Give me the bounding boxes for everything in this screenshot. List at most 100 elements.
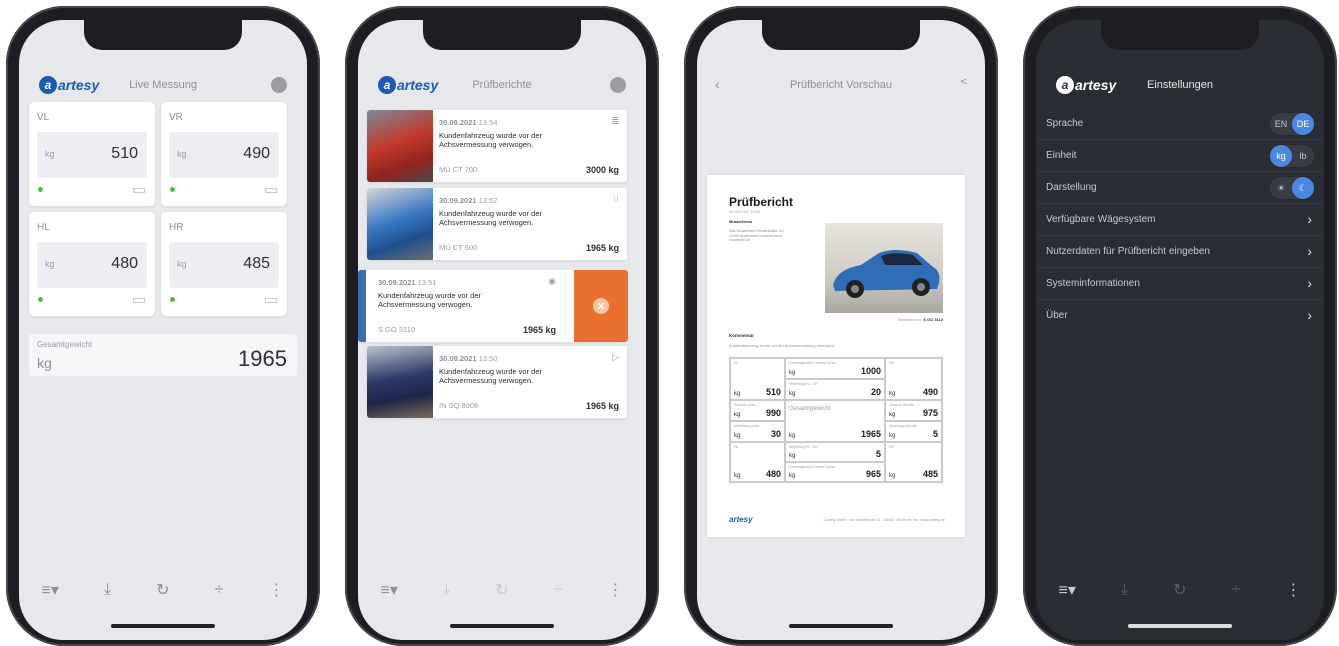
status-dot (170, 187, 175, 192)
report-item[interactable]: 30.09.2021 13:52 Kundenfahrzeug wurde vo… (367, 188, 627, 260)
cell-total-weight: Gesamtgewicht kg 1965 (785, 400, 885, 442)
phone-report-preview: ‹ Prüfbericht Vorschau < Prüfbericht 30.… (684, 6, 998, 646)
total-label: Gesamtgewicht (37, 340, 93, 349)
unit-toggle[interactable]: kg lb (1270, 145, 1314, 167)
battery-icon (133, 188, 145, 193)
report-weight: 1965 kg (585, 243, 619, 253)
report-text: Kundenfahrzeug wurde vor der Achsvermess… (439, 209, 542, 227)
bottom-toolbar: ≡▾ ⤓ ↻ ÷ ⋮ (1036, 578, 1324, 602)
cell-vr: VR kg 490 (885, 358, 942, 400)
home-indicator[interactable] (111, 624, 215, 628)
share-icon[interactable]: < (961, 76, 967, 88)
language-toggle[interactable]: EN DE (1270, 113, 1314, 135)
page-title: Live Messung (129, 79, 197, 91)
setting-language: Sprache EN DE (1036, 108, 1324, 140)
swiped-report-row[interactable]: 30.09.2021 13:51 Kundenfahrzeug wurde vo… (358, 270, 628, 342)
wheel-weight: 485 (243, 255, 270, 272)
cell-rear-axle: Gesamtgewicht hintere Achse kg 965 (785, 462, 885, 482)
divide-icon[interactable]: ÷ (1232, 581, 1241, 599)
setting-label: Systeminformationen (1046, 278, 1140, 289)
app-header: ‹ Prüfbericht Vorschau < (697, 72, 985, 102)
divide-icon[interactable]: ÷ (215, 581, 224, 599)
report-weight: 3000 kg (585, 165, 619, 175)
home-indicator[interactable] (789, 624, 893, 628)
download-icon[interactable]: ⤓ (104, 581, 111, 599)
screen-report-preview: ‹ Prüfbericht Vorschau < Prüfbericht 30.… (697, 20, 985, 640)
more-icon[interactable]: ⋮ (607, 580, 623, 600)
refresh-icon[interactable]: ↻ (495, 580, 508, 600)
vehicle-photo (367, 346, 433, 418)
cell-left-weight: Gewicht Links kg 990 (730, 400, 785, 421)
menu-icon[interactable]: ≡▾ (1059, 580, 1076, 600)
delete-button[interactable]: ✕ (574, 270, 628, 342)
gear-icon[interactable] (271, 77, 287, 93)
home-indicator[interactable] (1128, 624, 1232, 628)
status-dot (170, 297, 175, 302)
chevron-right-icon: › (1307, 275, 1312, 291)
screen-reports: a artesy Prüfberichte 30.09.2021 13:54 Ku… (358, 20, 646, 640)
setting-scale-systems[interactable]: Verfügbare Wägesystem › (1036, 204, 1324, 236)
setting-label: Sprache (1046, 118, 1084, 129)
report-text: Kundenfahrzeug wurde vor der Achsvermess… (378, 291, 481, 309)
report-weight: 1965 kg (585, 401, 619, 411)
setting-label: Verfügbare Wägesystem (1046, 214, 1156, 225)
radio-icon: ◉ (548, 276, 556, 286)
unit-label: kg (45, 149, 55, 159)
wheel-label: HL (37, 222, 50, 233)
status-dot (38, 297, 43, 302)
refresh-icon[interactable]: ↻ (156, 580, 169, 600)
option-lb[interactable]: lb (1292, 145, 1314, 167)
more-icon[interactable]: ⋮ (1285, 580, 1301, 600)
page-title: Prüfbericht Vorschau (789, 79, 893, 91)
option-kg[interactable]: kg (1270, 145, 1292, 167)
download-icon[interactable]: ⤓ (443, 581, 450, 599)
comment-text: Kundenfahrzeug wurde vor der Achsvermess… (729, 343, 836, 348)
page-title: Einstellungen (1146, 79, 1214, 91)
option-de[interactable]: DE (1292, 113, 1314, 135)
license-plate: IN SQ 8008 (439, 401, 479, 410)
option-en[interactable]: EN (1270, 113, 1292, 135)
bottom-toolbar: ≡▾ ⤓ ↻ ÷ ⋮ (19, 578, 307, 602)
setting-unit: Einheit kg lb (1036, 140, 1324, 172)
wheel-weight: 480 (111, 255, 138, 272)
license-plate: MÜ CT 600 (439, 243, 478, 252)
sun-icon[interactable]: ☀ (1270, 177, 1292, 199)
refresh-icon[interactable]: ↻ (1173, 580, 1186, 600)
cell-rear-distribution: Verteilung HL / HR kg 5 (785, 442, 885, 462)
setting-user-data[interactable]: Nutzerdaten für Prüfbericht eingeben › (1036, 236, 1324, 268)
unit-label: kg (37, 355, 52, 371)
theme-toggle[interactable]: ☀ ☾ (1270, 177, 1314, 199)
vehicle-photo (358, 270, 366, 342)
report-item[interactable]: 30.09.2021 13:54 Kundenfahrzeug wurde vo… (367, 110, 627, 182)
battery-icon (265, 188, 277, 193)
battery-icon (133, 298, 145, 303)
setting-label: Einheit (1046, 150, 1077, 161)
cell-front-axle: Gesamtgewicht vordere Achse kg 1000 (785, 358, 885, 379)
wheel-label: VR (169, 112, 183, 123)
phone-live-measurement: a artesy Live Messung VL kg 510 VR kg 490 H… (6, 6, 320, 646)
wheel-label: HR (169, 222, 184, 233)
unit-label: kg (45, 259, 55, 269)
moon-icon[interactable]: ☾ (1292, 177, 1314, 199)
more-icon[interactable]: ⋮ (268, 580, 284, 600)
menu-icon[interactable]: ≡▾ (42, 580, 59, 600)
divide-icon[interactable]: ÷ (554, 581, 563, 599)
notch (1101, 20, 1259, 50)
notch (762, 20, 920, 50)
menu-icon[interactable]: ≡▾ (381, 580, 398, 600)
gear-icon[interactable] (610, 77, 626, 93)
cell-front-distribution: Verteilung VL / VR kg 20 (785, 379, 885, 400)
cell-right-weight: Gewicht Rechts kg 975 (885, 400, 942, 421)
home-indicator[interactable] (450, 624, 554, 628)
report-document: Prüfbericht 30.09.2021 14:00 Musterfirma… (707, 175, 965, 537)
setting-label: Nutzerdaten für Prüfbericht eingeben (1046, 246, 1210, 257)
car-illustration (833, 250, 940, 298)
footer-logo: artesy (729, 515, 753, 524)
report-text: Kundenfahrzeug wurde vor der Achsvermess… (439, 367, 542, 385)
setting-system-info[interactable]: Systeminformationen › (1036, 268, 1324, 300)
report-item[interactable]: 30.09.2021 13:50 Kundenfahrzeug wurde vo… (367, 346, 627, 418)
list-icon: ≣ (611, 116, 619, 126)
setting-appearance: Darstellung ☀ ☾ (1036, 172, 1324, 204)
setting-about[interactable]: Über › (1036, 300, 1324, 332)
download-icon[interactable]: ⤓ (1121, 581, 1128, 599)
